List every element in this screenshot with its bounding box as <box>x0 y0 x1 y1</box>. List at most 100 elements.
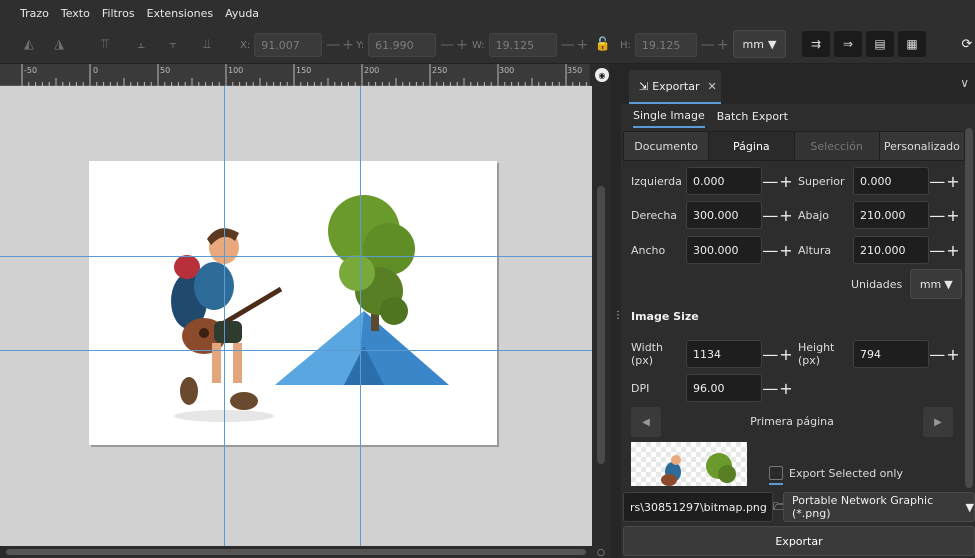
derecha-input[interactable]: 300.000 <box>686 201 762 229</box>
dpi-input[interactable]: 96.00 <box>686 374 762 402</box>
transform-corners-icon[interactable]: ⇒ <box>834 31 862 57</box>
tab-batch-export[interactable]: Batch Export <box>717 104 788 128</box>
h-input[interactable]: 19.125 <box>634 33 697 57</box>
transform-pattern-icon[interactable]: ▦ <box>898 31 926 57</box>
ruler-label: 150 <box>296 66 312 75</box>
canvas-horizontal-scrollbar[interactable] <box>0 546 592 558</box>
w-input[interactable]: 19.125 <box>488 33 557 57</box>
derecha-stepper[interactable]: —+ <box>762 206 794 225</box>
menu-extensiones[interactable]: Extensiones <box>147 7 214 20</box>
toolbar-unit-select[interactable]: mm ▼ <box>733 30 786 58</box>
lock-icon[interactable]: 🔓 <box>594 35 612 53</box>
units-select[interactable]: mm ▼ <box>910 269 963 299</box>
izquierda-label: Izquierda <box>631 174 682 188</box>
checkbox-focus-indicator <box>769 483 783 485</box>
panel-scrollbar[interactable] <box>965 128 973 488</box>
guide-horizontal[interactable] <box>0 350 592 351</box>
flip-vertical-icon[interactable]: ◮ <box>50 35 68 53</box>
export-mode-tabs: Single Image Batch Export <box>621 104 975 128</box>
chevron-down-icon: ▼ <box>965 500 974 514</box>
height-input[interactable]: 794 <box>853 340 929 368</box>
chevron-down-icon: ▼ <box>944 277 953 291</box>
artwork-image <box>171 195 449 422</box>
export-button[interactable]: Exportar <box>623 526 975 556</box>
ruler-label: -50 <box>24 66 38 75</box>
abajo-stepper[interactable]: —+ <box>929 206 961 225</box>
dpi-label: DPI <box>631 381 650 395</box>
altura-label: Altura <box>798 243 832 257</box>
guide-vertical[interactable] <box>224 86 225 546</box>
width-input[interactable]: 1134 <box>686 340 762 368</box>
superior-label: Superior <box>798 174 845 188</box>
y-input[interactable]: 61.990 <box>368 33 437 57</box>
document-page[interactable] <box>89 161 497 445</box>
raise-icon[interactable]: ⫠ <box>132 35 150 53</box>
tab-personalizado[interactable]: Personalizado <box>879 132 964 160</box>
close-icon[interactable]: ✕ <box>708 80 717 93</box>
width-stepper[interactable]: —+ <box>762 345 794 364</box>
preview-image <box>661 453 736 486</box>
next-page-button[interactable]: ▶ <box>923 407 953 437</box>
x-stepper[interactable]: —+ <box>326 37 356 53</box>
ruler-label: 50 <box>160 66 171 75</box>
altura-stepper[interactable]: —+ <box>929 241 961 260</box>
transform-stroke-icon[interactable]: ⇉ <box>802 31 830 57</box>
panel-divider[interactable]: ⋮ <box>610 64 623 558</box>
dpi-stepper[interactable]: —+ <box>762 379 794 398</box>
w-label: W: <box>472 39 485 51</box>
zoom-icon: ◉ <box>595 68 609 82</box>
zoom-indicator-icon: ○ <box>597 548 605 558</box>
previous-page-button[interactable]: ◀ <box>631 407 661 437</box>
ancho-stepper[interactable]: —+ <box>762 241 794 260</box>
h-stepper[interactable]: —+ <box>701 37 731 53</box>
raise-top-icon[interactable]: ⫪ <box>96 35 114 53</box>
export-dialog-tab[interactable]: ⇲ Exportar ✕ <box>629 70 721 104</box>
transform-gradient-icon[interactable]: ▤ <box>866 31 894 57</box>
tab-seleccion[interactable]: Selección <box>794 132 880 160</box>
menu-trazo[interactable]: Trazo <box>20 7 49 20</box>
h-label: H: <box>620 39 631 51</box>
flip-horizontal-icon[interactable]: ◭ <box>20 35 38 53</box>
x-input[interactable]: 91.007 <box>254 33 323 57</box>
derecha-label: Derecha <box>631 208 678 222</box>
abajo-label: Abajo <box>798 208 830 222</box>
ruler-label: 250 <box>432 66 448 75</box>
tab-single-image[interactable]: Single Image <box>633 104 705 128</box>
export-selected-checkbox[interactable] <box>769 466 783 480</box>
izquierda-stepper[interactable]: —+ <box>762 172 794 191</box>
lower-bottom-icon[interactable]: ⫫ <box>198 35 216 53</box>
w-stepper[interactable]: —+ <box>561 37 591 53</box>
ancho-input[interactable]: 300.000 <box>686 236 762 264</box>
canvas-area[interactable] <box>0 86 592 546</box>
superior-stepper[interactable]: —+ <box>929 172 961 191</box>
chevron-down-icon[interactable]: ∨ <box>960 76 969 90</box>
panel-header: ⇲ Exportar ✕ ∨ <box>621 64 975 104</box>
izquierda-input[interactable]: 0.000 <box>686 167 762 195</box>
tab-pagina[interactable]: Página <box>709 132 795 160</box>
ruler-label: 300 <box>499 66 515 75</box>
export-preview <box>631 442 747 486</box>
menu-bar: Trazo Texto Filtros Extensiones Ayuda <box>0 0 975 26</box>
height-stepper[interactable]: —+ <box>929 345 961 364</box>
ruler-label: 100 <box>228 66 244 75</box>
superior-input[interactable]: 0.000 <box>853 167 929 195</box>
snap-toggle-icon[interactable]: ⟳ <box>958 35 975 53</box>
menu-filtros[interactable]: Filtros <box>102 7 135 20</box>
guide-vertical[interactable] <box>360 86 361 546</box>
chevron-left-icon: ◀ <box>642 416 650 428</box>
y-stepper[interactable]: —+ <box>440 37 470 53</box>
height-label: Height (px) <box>798 341 835 367</box>
file-format-select[interactable]: Portable Network Graphic (*.png) ▼ <box>783 492 975 522</box>
abajo-input[interactable]: 210.000 <box>853 201 929 229</box>
guide-horizontal[interactable] <box>0 256 592 257</box>
altura-input[interactable]: 210.000 <box>853 236 929 264</box>
ruler-label: 0 <box>93 66 99 75</box>
menu-ayuda[interactable]: Ayuda <box>225 7 259 20</box>
horizontal-ruler: -50 0 50 100 150 200 250 300 350 <box>0 64 590 86</box>
menu-texto[interactable]: Texto <box>61 7 90 20</box>
canvas-vertical-scrollbar[interactable] <box>597 186 605 464</box>
unidades-label: Unidades <box>851 277 903 291</box>
tab-documento[interactable]: Documento <box>624 132 710 160</box>
filename-field[interactable]: rs\30851297\bitmap.png 🗁 <box>623 492 787 522</box>
lower-icon[interactable]: ⫟ <box>164 35 182 53</box>
